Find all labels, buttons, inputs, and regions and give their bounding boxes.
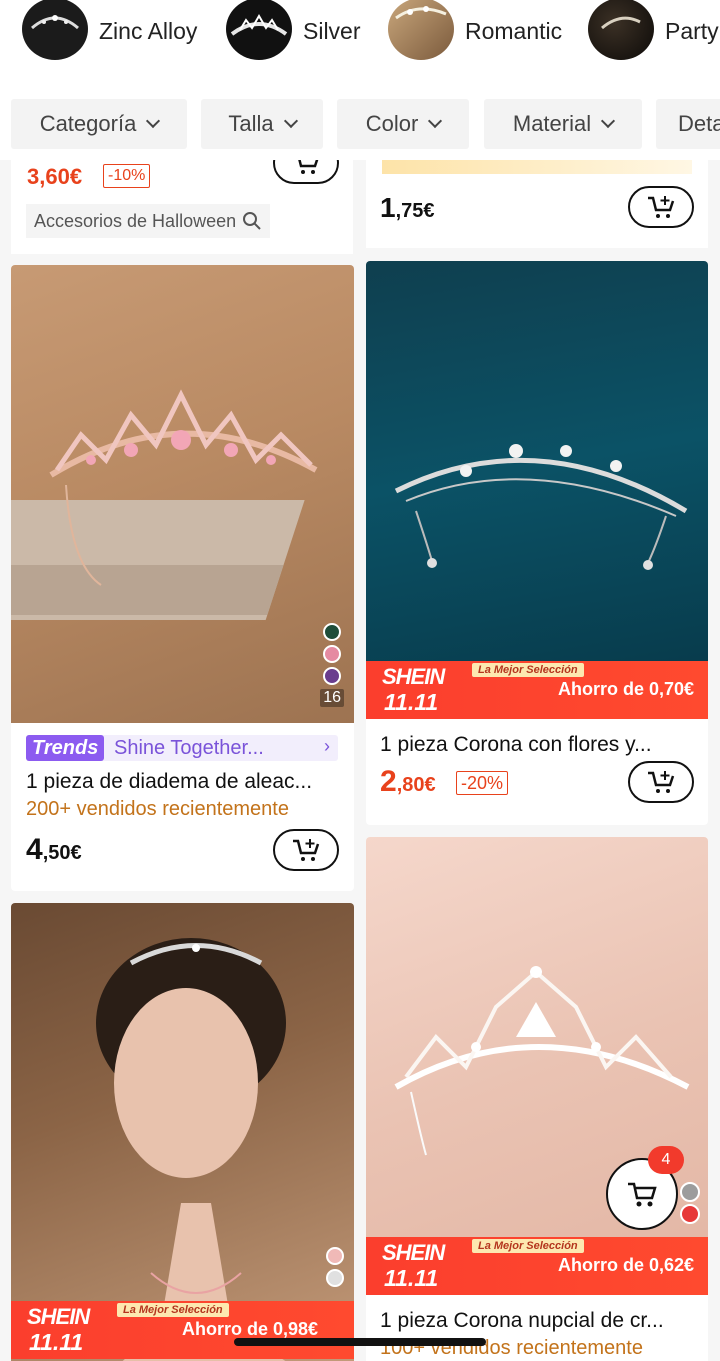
home-indicator[interactable] xyxy=(234,1338,486,1346)
product-card-partial-left[interactable]: 3,60€ -10% Accesorios de Halloween xyxy=(11,160,353,254)
selection-tag: La Mejor Selección xyxy=(472,1239,584,1253)
cart-plus-icon xyxy=(648,196,675,218)
search-icon xyxy=(243,212,261,230)
product-price: 1,75€ xyxy=(380,192,435,223)
event-label: 11.11 xyxy=(384,1265,439,1291)
product-card[interactable]: SHEIN 11.11 La Mejor Selección Ahorro de… xyxy=(11,903,354,1361)
cart-plus-icon xyxy=(298,160,319,174)
swatch[interactable] xyxy=(326,1269,344,1287)
product-card[interactable]: SHEIN 11.11 La Mejor Selección Ahorro de… xyxy=(366,837,708,1361)
savings-label: Ahorro de 0,70€ xyxy=(557,679,694,699)
product-price: 4,50€ xyxy=(26,833,82,866)
shein-logo: SHEIN xyxy=(382,664,445,689)
color-swatches[interactable]: 16 xyxy=(320,623,344,707)
swatch[interactable] xyxy=(680,1204,700,1224)
chevron-right-icon: › xyxy=(324,736,330,756)
chevron-down-icon xyxy=(601,113,616,129)
add-to-cart-button[interactable] xyxy=(273,160,339,184)
add-to-cart-button[interactable] xyxy=(628,761,694,803)
product-image[interactable] xyxy=(366,261,708,719)
filter-detalles[interactable]: Deta xyxy=(656,99,720,149)
category-chips: Zinc Alloy Silver Romantic Party xyxy=(0,0,720,66)
product-price: 2,80€ xyxy=(380,765,436,798)
tiara-thumbnail-icon xyxy=(22,0,88,60)
product-price: 3,60€ xyxy=(27,164,83,189)
model-image-icon xyxy=(96,938,286,1361)
related-search-chip[interactable]: Accesorios de Halloween xyxy=(26,204,271,238)
swatch[interactable] xyxy=(680,1182,700,1202)
shein-logo: SHEIN xyxy=(382,1240,445,1265)
promo-strip xyxy=(382,160,692,174)
category-chip-silver[interactable]: Silver xyxy=(226,0,361,62)
swatch-count: 16 xyxy=(320,689,344,707)
filter-bar: Categoría Talla Color Material Deta xyxy=(0,66,720,160)
chevron-down-icon xyxy=(146,113,161,129)
filter-label: Deta xyxy=(678,111,720,136)
event-label: 11.11 xyxy=(29,1329,84,1355)
trends-text: Shine Together... xyxy=(114,737,264,759)
savings-label: Ahorro de 0,98€ xyxy=(181,1319,318,1339)
category-label: Zinc Alloy xyxy=(99,17,198,44)
category-chip-party[interactable]: Party xyxy=(588,0,719,62)
cart-plus-icon xyxy=(293,839,320,861)
party-thumbnail-icon xyxy=(588,0,654,60)
tiara-image-icon xyxy=(394,444,688,570)
trends-badge: Trends xyxy=(26,735,105,761)
category-label: Silver xyxy=(303,17,361,44)
chevron-down-icon xyxy=(428,113,443,129)
promo-banner[interactable]: SHEIN 11.11 La Mejor Selección Ahorro de… xyxy=(366,1237,708,1295)
swatch[interactable] xyxy=(323,623,342,641)
product-title[interactable]: 1 pieza de diadema de aleac... xyxy=(26,770,342,794)
filter-material[interactable]: Material xyxy=(484,99,642,149)
savings-label: Ahorro de 0,62€ xyxy=(557,1255,694,1275)
filter-color[interactable]: Color xyxy=(337,99,469,149)
promo-banner[interactable]: SHEIN 11.11 La Mejor Selección Ahorro de… xyxy=(366,661,708,719)
search-hint-label: Accesorios de Halloween xyxy=(34,210,237,231)
promo-banner[interactable]: SHEIN 11.11 La Mejor Selección Ahorro de… xyxy=(11,1301,354,1359)
cart-count-badge: 4 xyxy=(648,1146,684,1174)
filter-label: Material xyxy=(512,111,592,136)
cart-plus-icon xyxy=(648,771,675,793)
tiara-thumbnail-icon xyxy=(226,0,292,60)
category-chip-zinc-alloy[interactable]: Zinc Alloy xyxy=(22,0,197,62)
tiara-image-icon xyxy=(11,389,318,620)
event-label: 11.11 xyxy=(384,689,439,715)
add-to-cart-button[interactable] xyxy=(273,829,339,871)
color-swatches[interactable] xyxy=(326,1247,344,1291)
filter-label: Talla xyxy=(228,111,274,136)
product-image[interactable] xyxy=(11,903,354,1361)
trends-row[interactable]: Trends Shine Together... › xyxy=(26,735,338,761)
cart-icon xyxy=(628,1182,657,1207)
category-chip-romantic[interactable]: Romantic xyxy=(388,0,562,62)
swatch[interactable] xyxy=(323,645,342,663)
selection-tag: La Mejor Selección xyxy=(472,663,584,677)
category-label: Party xyxy=(665,17,719,44)
product-title[interactable]: 1 pieza Corona con flores y... xyxy=(380,733,694,757)
hair-thumbnail-icon xyxy=(388,0,454,60)
product-card[interactable]: 16 Trends Shine Together... › 1 pieza de… xyxy=(11,265,354,891)
sold-count: 200+ vendidos recientemente xyxy=(26,798,289,820)
filter-label: Categoría xyxy=(39,111,137,136)
discount-tag: -20% xyxy=(456,771,509,795)
chevron-down-icon xyxy=(283,113,298,129)
product-card-partial-right[interactable]: 1,75€ xyxy=(366,160,708,248)
filter-categoria[interactable]: Categoría xyxy=(11,99,187,149)
product-image[interactable]: 16 xyxy=(11,265,354,723)
filter-label: Color xyxy=(365,111,419,136)
product-title[interactable]: 1 pieza Corona nupcial de cr... xyxy=(380,1309,694,1333)
selection-tag: La Mejor Selección xyxy=(117,1303,229,1317)
add-to-cart-button[interactable] xyxy=(628,186,694,228)
shein-logo: SHEIN xyxy=(27,1304,90,1329)
filter-talla[interactable]: Talla xyxy=(201,99,323,149)
product-card[interactable]: SHEIN 11.11 La Mejor Selección Ahorro de… xyxy=(366,261,708,825)
product-listing-page: Zinc Alloy Silver Romantic Party Categor… xyxy=(0,0,720,1361)
swatch[interactable] xyxy=(323,667,342,685)
swatch[interactable] xyxy=(326,1247,344,1265)
category-label: Romantic xyxy=(465,17,563,44)
discount-tag: -10% xyxy=(103,164,151,188)
